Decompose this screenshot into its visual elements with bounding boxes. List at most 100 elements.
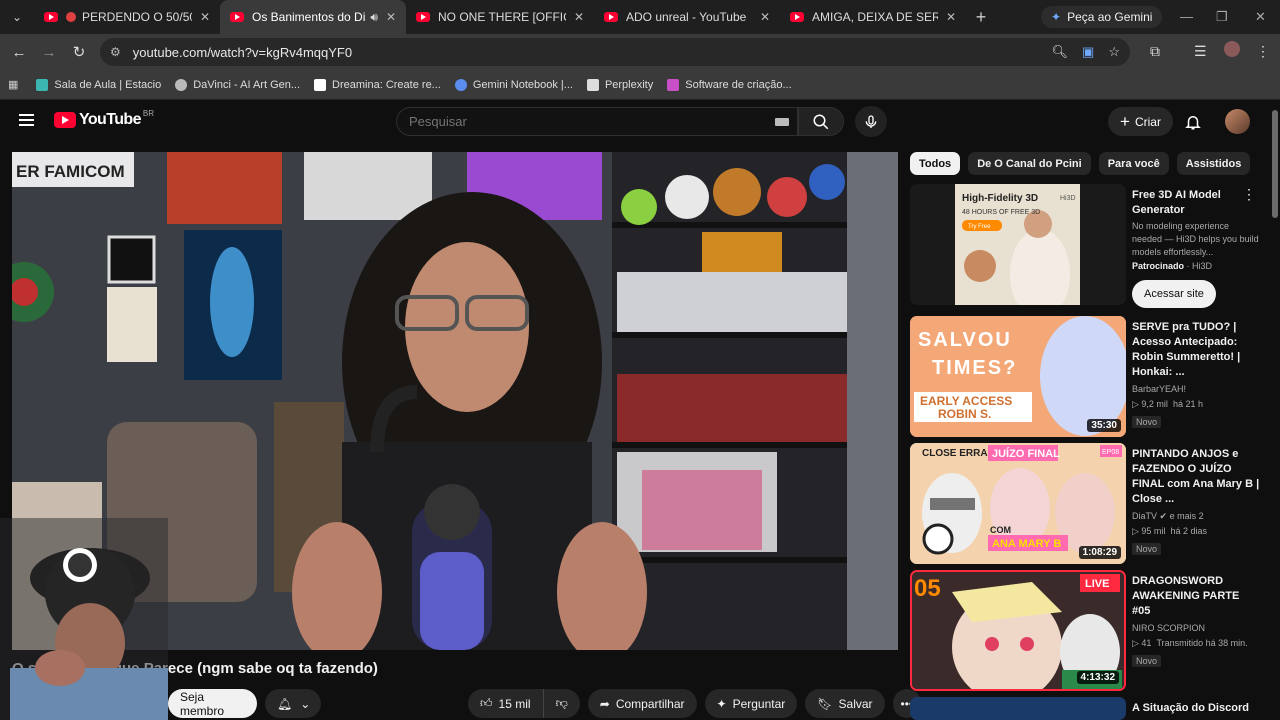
back-arrow-icon[interactable]: ← <box>4 44 34 61</box>
close-window-icon[interactable]: ✕ <box>1255 9 1266 25</box>
recommendation-item[interactable]: 05 LIVE 4:13:32 DRAGONSWORD AWAKENING PA… <box>910 570 1265 691</box>
profile-avatar[interactable] <box>1224 41 1240 57</box>
gemini-button[interactable]: ✦ Peça ao Gemini <box>1041 6 1163 28</box>
rec-title[interactable]: A Situação do Discord <box>1132 701 1260 716</box>
webcam-frame <box>0 518 168 720</box>
rec-title[interactable]: SERVE pra TUDO? | Acesso Antecipado: Rob… <box>1132 320 1260 380</box>
bookmark-item[interactable]: Dreamina: Create re... <box>314 78 441 91</box>
member-button[interactable]: Seja membro <box>168 689 257 718</box>
recommendation-item[interactable]: A Situação do Discord <box>910 697 1265 720</box>
visit-site-button[interactable]: Acessar site <box>1132 280 1216 308</box>
rec-title[interactable]: DRAGONSWORD AWAKENING PARTE #05 <box>1132 574 1260 619</box>
ad-brand: Hi3D <box>1060 195 1076 202</box>
new-tab-button[interactable]: + <box>966 7 996 28</box>
chip-channel[interactable]: De O Canal do Pcini <box>968 152 1091 175</box>
bookmark-favicon-icon <box>454 78 467 91</box>
close-tab-icon[interactable]: ✕ <box>200 10 210 24</box>
rec-channel[interactable]: DiaTV ✔ e mais 2 <box>1132 509 1260 524</box>
apps-grid-icon[interactable]: ▦ <box>8 78 18 91</box>
bookmark-item[interactable]: Perplexity <box>586 78 653 91</box>
share-icon: ➦ <box>599 696 610 711</box>
bookmark-item[interactable]: Sala de Aula | Estacio <box>36 78 161 91</box>
tab-1[interactable]: Os Banimentos do Disco 🔊︎ ✕ <box>220 0 406 34</box>
minimize-icon[interactable]: — <box>1180 9 1193 24</box>
notifications-button[interactable] <box>1184 112 1202 137</box>
address-bar[interactable]: ⚙ youtube.com/watch?v=kgRv4mqqYF0 🔍︎ ▣ ☆ <box>100 38 1130 66</box>
youtube-favicon-icon <box>230 12 244 22</box>
rec-title[interactable]: Free 3D AI Model Generator <box>1132 188 1260 218</box>
recommendation-item[interactable]: SALVOU TIMES? EARLY ACCESS ROBIN S. 35:3… <box>910 316 1265 437</box>
video-thumbnail[interactable] <box>910 697 1126 720</box>
ask-button[interactable]: ✦ Perguntar <box>704 689 798 718</box>
close-tab-icon[interactable]: ✕ <box>760 10 770 24</box>
reload-icon[interactable]: ↻ <box>64 43 94 61</box>
youtube-header: YouTube BR + Criar <box>0 100 1280 144</box>
youtube-logo[interactable]: YouTube BR <box>54 109 154 129</box>
page-scrollbar[interactable] <box>1270 100 1280 720</box>
search-button[interactable] <box>798 107 844 136</box>
more-vertical-icon[interactable]: ⋮ <box>1242 186 1256 203</box>
tab-2[interactable]: NO ONE THERE [OFFICIAL] - ✕ <box>406 0 594 34</box>
bookmark-star-icon[interactable]: ☆ <box>1108 44 1120 60</box>
menu-kebab-icon[interactable]: ⋮ <box>1256 43 1270 60</box>
video-thumbnail[interactable]: 05 LIVE 4:13:32 <box>910 570 1126 691</box>
tab-3[interactable]: ADO unreal - YouTube ✕ <box>594 0 780 34</box>
share-button[interactable]: ➦ Compartilhar <box>587 689 697 718</box>
chip-watched[interactable]: Assistidos <box>1176 152 1251 175</box>
rec-channel[interactable]: NIRO SCORPION <box>1132 621 1260 636</box>
keyboard-icon[interactable] <box>775 118 789 126</box>
duration-badge: 1:08:29 <box>1078 546 1121 559</box>
bookmark-item[interactable]: Software de criação... <box>667 78 792 91</box>
rec-title[interactable]: PINTANDO ANJOS e FAZENDO O JUÍZO FINAL c… <box>1132 447 1260 507</box>
dislike-button[interactable]: 👎︎ <box>544 696 580 711</box>
voice-search-button[interactable] <box>855 106 887 137</box>
zoom-icon[interactable]: 🔍︎ <box>1052 44 1069 60</box>
chip-for-you[interactable]: Para você <box>1098 152 1169 175</box>
site-info-icon[interactable]: ⚙ <box>110 45 121 59</box>
save-button[interactable]: 🔖︎ Salvar <box>805 689 885 718</box>
close-tab-icon[interactable]: ✕ <box>386 10 396 24</box>
speaker-icon[interactable]: 🔊︎ <box>370 10 378 25</box>
ad-thumbnail[interactable]: High-Fidelity 3D 48 HOURS OF FREE 3D Try… <box>910 184 1126 305</box>
extensions-icon[interactable]: ⧉ <box>1150 43 1160 60</box>
ad-item[interactable]: High-Fidelity 3D 48 HOURS OF FREE 3D Try… <box>910 184 1265 310</box>
account-avatar[interactable] <box>1225 109 1250 134</box>
bookmark-favicon-icon <box>586 78 599 91</box>
forward-arrow-icon[interactable]: → <box>34 44 64 61</box>
media-control-icon[interactable]: ☰ <box>1194 43 1207 60</box>
bookmark-icon: 🔖︎ <box>817 696 833 711</box>
bookmark-favicon-icon <box>667 78 680 91</box>
chip-todos[interactable]: Todos <box>910 152 961 175</box>
thumb-line-3: EARLY ACCESS <box>920 394 1012 408</box>
recording-icon <box>66 12 76 22</box>
video-thumbnail[interactable]: CLOSE ERRADO JUÍZO FINAL EP08 COM ANA MA… <box>910 443 1126 564</box>
tab-search-button[interactable]: ⌄ <box>0 0 34 34</box>
recommendation-item[interactable]: CLOSE ERRADO JUÍZO FINAL EP08 COM ANA MA… <box>910 443 1265 564</box>
chevron-down-icon: ⌄ <box>300 696 311 711</box>
video-thumbnail[interactable]: SALVOU TIMES? EARLY ACCESS ROBIN S. 35:3… <box>910 316 1126 437</box>
subscribe-area: Seja membro 🔔︎ ⌄ <box>168 689 321 718</box>
hamburger-menu-icon[interactable] <box>19 114 34 126</box>
cast-icon[interactable]: ▣ <box>1082 44 1094 60</box>
notification-settings-button[interactable]: 🔔︎ ⌄ <box>265 689 321 718</box>
thumbs-up-icon: 👍︎ <box>480 696 493 710</box>
new-badge: Novo <box>1132 655 1162 667</box>
scrollbar-thumb[interactable] <box>1272 110 1278 218</box>
youtube-favicon-icon <box>790 12 804 22</box>
tab-0[interactable]: PERDENDO O 50/50 DA ✕ <box>34 0 220 34</box>
episode-badge: EP08 <box>1102 449 1119 456</box>
bookmarks-bar: ▦ Sala de Aula | Estacio DaVinci - AI Ar… <box>0 70 1280 100</box>
maximize-icon[interactable]: ❐ <box>1216 9 1228 25</box>
like-dislike-group: 👍︎ 15 mil 👎︎ <box>468 689 580 718</box>
youtube-favicon-icon <box>44 12 58 22</box>
close-tab-icon[interactable]: ✕ <box>946 10 956 24</box>
like-button[interactable]: 👍︎ 15 mil <box>468 689 544 718</box>
close-tab-icon[interactable]: ✕ <box>574 10 584 24</box>
rec-channel[interactable]: BarbarYEAH! <box>1132 382 1260 397</box>
create-button[interactable]: + Criar <box>1108 107 1173 136</box>
bookmark-item[interactable]: DaVinci - AI Art Gen... <box>175 78 300 91</box>
search-input[interactable] <box>409 114 769 129</box>
gemini-icon: ✦ <box>1051 10 1062 24</box>
tab-4[interactable]: AMIGA, DEIXA DE SER TROU ✕ <box>780 0 966 34</box>
bookmark-item[interactable]: Gemini Notebook |... <box>454 78 573 91</box>
